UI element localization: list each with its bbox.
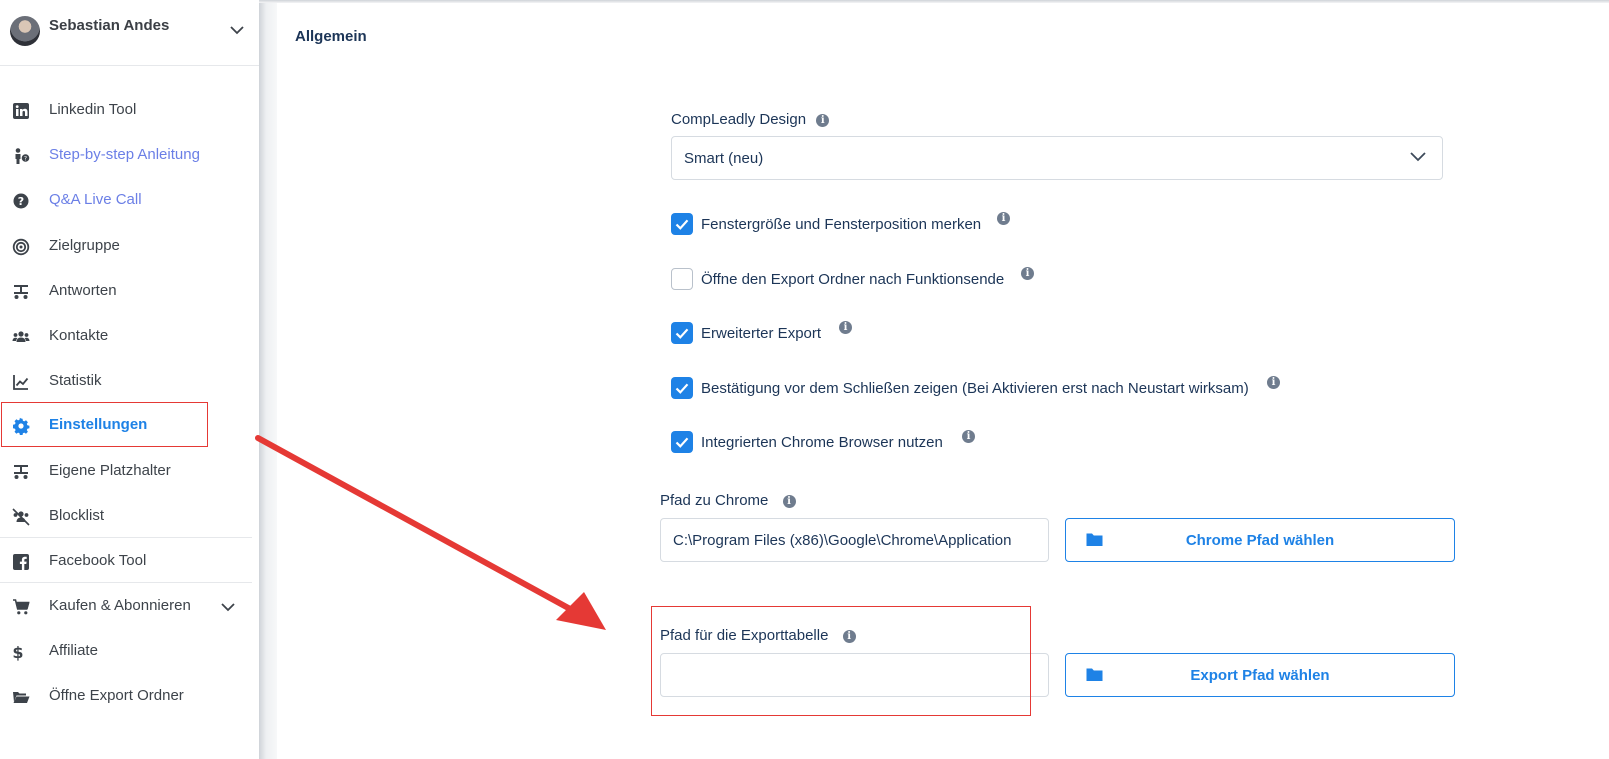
info-icon[interactable]: i: [839, 321, 852, 334]
sidebar: Sebastian Andes Linkedin Tool ? Step-by-…: [0, 0, 259, 759]
checkbox-label: Bestätigung vor dem Schließen zeigen (Be…: [701, 380, 1249, 397]
chrome-path-input[interactable]: [660, 518, 1049, 562]
info-icon[interactable]: i: [1021, 267, 1034, 280]
reply-icon: [14, 285, 28, 299]
chrome-path-label: Pfad zu Chrome i: [660, 492, 796, 509]
checkbox[interactable]: [671, 213, 693, 235]
info-icon[interactable]: i: [842, 629, 856, 643]
export-path-button[interactable]: Export Pfad wählen: [1065, 653, 1455, 697]
user-menu[interactable]: Sebastian Andes: [10, 14, 250, 54]
sidebar-item-label: Statistik: [49, 372, 102, 389]
sidebar-item-kontakte[interactable]: Kontakte: [0, 315, 259, 360]
sidebar-item-eigene-platzhalter[interactable]: Eigene Platzhalter: [0, 450, 259, 495]
chevron-down-icon[interactable]: [230, 26, 244, 35]
export-path-button-label: Export Pfad wählen: [1190, 667, 1330, 684]
sidebar-item-label: Facebook Tool: [49, 552, 147, 569]
svg-text:?: ?: [24, 156, 27, 163]
divider: [0, 65, 259, 66]
sidebar-item-kaufen-abonnieren[interactable]: Kaufen & Abonnieren: [0, 585, 259, 630]
design-label: CompLeadly Design i: [671, 111, 830, 128]
sidebar-item-step-by-step[interactable]: ? Step-by-step Anleitung: [0, 134, 259, 179]
sidebar-item-label: Öffne Export Ordner: [49, 687, 184, 704]
users-icon: [12, 331, 30, 342]
avatar: [10, 16, 40, 46]
top-edge: [259, 0, 1609, 3]
info-icon[interactable]: i: [997, 212, 1010, 225]
design-select-value: Smart (neu): [684, 150, 764, 167]
export-path-label: Pfad für die Exporttabelle i: [660, 627, 856, 644]
sidebar-edge: [259, 0, 277, 759]
checkbox-label: Integrierten Chrome Browser nutzen: [701, 434, 943, 451]
divider: [0, 582, 252, 583]
checkbox[interactable]: [671, 268, 693, 290]
question-circle-icon: ?: [13, 193, 29, 209]
checkbox-label: Fenstergröße und Fensterposition merken: [701, 216, 982, 233]
chrome-path-button-label: Chrome Pfad wählen: [1185, 532, 1335, 549]
chevron-down-icon[interactable]: [221, 603, 235, 612]
chrome-path-button[interactable]: Chrome Pfad wählen: [1065, 518, 1455, 562]
checkbox[interactable]: [671, 322, 693, 344]
folder-open-icon: [13, 692, 30, 703]
svg-text:$: $: [12, 643, 23, 661]
design-label-text: CompLeadly Design: [671, 111, 807, 128]
users-block-icon: [12, 508, 30, 526]
sidebar-item-qa-live-call[interactable]: ? Q&A Live Call: [0, 179, 259, 224]
sidebar-item-label: Linkedin Tool: [49, 101, 137, 118]
user-name: Sebastian Andes: [49, 17, 170, 34]
target-icon: [12, 238, 30, 256]
sidebar-item-label: Einstellungen: [49, 416, 148, 433]
dollar-icon: $: [12, 643, 23, 661]
sidebar-item-facebook-tool[interactable]: Facebook Tool: [0, 540, 259, 585]
export-path-input[interactable]: [660, 653, 1049, 697]
sidebar-item-label: Antworten: [49, 282, 117, 299]
person-help-icon: ?: [15, 148, 30, 164]
facebook-icon: [13, 554, 29, 570]
design-select[interactable]: Smart (neu): [671, 136, 1443, 180]
info-icon[interactable]: i: [962, 430, 975, 443]
gear-icon: [13, 417, 30, 435]
sidebar-item-label: Step-by-step Anleitung: [49, 146, 200, 163]
checkbox[interactable]: [671, 377, 693, 399]
info-icon[interactable]: i: [816, 113, 830, 127]
sidebar-item-einstellungen[interactable]: Einstellungen: [0, 404, 259, 449]
sidebar-item-label: Kontakte: [49, 327, 109, 344]
cart-icon: [13, 599, 30, 615]
sidebar-item-label: Zielgruppe: [49, 237, 120, 254]
divider: [0, 537, 252, 538]
checkbox[interactable]: [671, 431, 693, 453]
linkedin-icon: [13, 103, 29, 119]
chrome-path-label-text: Pfad zu Chrome: [660, 492, 769, 509]
sidebar-item-blocklist[interactable]: Blocklist: [0, 495, 259, 540]
export-path-label-text: Pfad für die Exporttabelle: [660, 627, 829, 644]
sidebar-item-affiliate[interactable]: $ Affiliate: [0, 630, 259, 675]
sidebar-item-label: Blocklist: [49, 507, 105, 524]
checkbox-label: Öffne den Export Ordner nach Funktionsen…: [701, 271, 1005, 288]
sidebar-item-label: Eigene Platzhalter: [49, 462, 171, 479]
sidebar-item-label: Kaufen & Abonnieren: [49, 597, 191, 614]
sidebar-item-antworten[interactable]: Antworten: [0, 270, 259, 315]
section-title: Allgemein: [295, 28, 367, 45]
info-icon[interactable]: i: [1267, 376, 1280, 389]
sidebar-item-label: Q&A Live Call: [49, 191, 142, 208]
sidebar-item-label: Affiliate: [49, 642, 98, 659]
info-icon[interactable]: i: [782, 494, 796, 508]
svg-text:?: ?: [18, 195, 24, 208]
chevron-down-icon: [1410, 152, 1426, 162]
checkbox-label: Erweiterter Export: [701, 325, 822, 342]
placeholder-icon: [14, 465, 28, 479]
chart-line-icon: [13, 375, 29, 390]
sidebar-item-zielgruppe[interactable]: Zielgruppe: [0, 225, 259, 270]
sidebar-item-oeffne-export-ordner[interactable]: Öffne Export Ordner: [0, 675, 259, 720]
sidebar-item-linkedin-tool[interactable]: Linkedin Tool: [0, 89, 259, 134]
sidebar-item-statistik[interactable]: Statistik: [0, 360, 259, 405]
